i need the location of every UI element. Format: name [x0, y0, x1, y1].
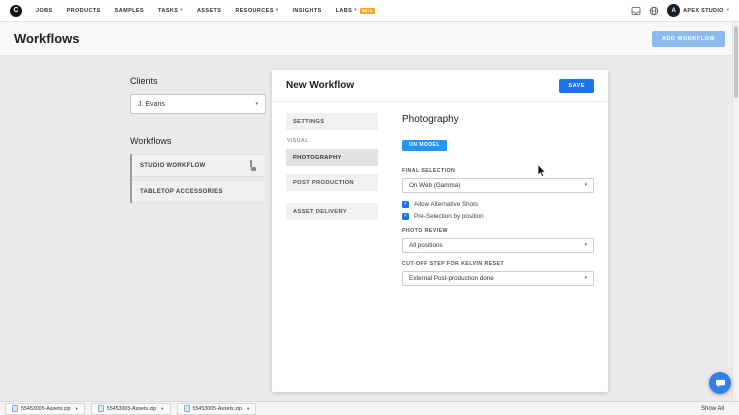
content-area: Clients J. Evans ▾ Workflows STUDIO WORK… — [0, 56, 732, 401]
left-sidebar: Clients J. Evans ▾ Workflows STUDIO WORK… — [130, 76, 266, 206]
nav-item-jobs[interactable]: JOBS — [36, 8, 53, 14]
nav-item-label: PRODUCTS — [66, 7, 101, 14]
nav-item-samples[interactable]: SAMPLES — [115, 8, 144, 14]
inbox-icon[interactable] — [631, 6, 641, 16]
cutoff-step-label: CUT-OFF STEP FOR KELVIN RESET — [402, 260, 505, 267]
nav-item-label: LABS — [335, 7, 353, 14]
workflow-item-label: STUDIO WORKFLOW — [140, 162, 206, 169]
tab-asset-delivery[interactable]: ASSET DELIVERY — [286, 203, 378, 220]
chevron-down-icon: ▾ — [584, 242, 587, 248]
panel-title: Photography — [402, 114, 459, 125]
checkbox-checked-icon: ✓ — [402, 200, 409, 208]
nav-item-label: SAMPLES — [114, 7, 145, 14]
page-title: Workflows — [14, 31, 80, 46]
nav-right-controls: A APEX STUDIO ▾ — [631, 4, 729, 17]
checkbox-label: Pre-Selection by position — [414, 212, 484, 220]
tab-photography[interactable]: PHOTOGRAPHY — [286, 149, 378, 166]
workflows-title: Workflows — [130, 136, 172, 146]
lock-icon — [250, 159, 257, 171]
nav-item-label: JOBS — [36, 7, 53, 14]
visual-group-label: VISUAL — [287, 138, 309, 144]
chevron-down-icon: ▾ — [275, 7, 279, 13]
nav-item-resources[interactable]: RESOURCES ▾ — [235, 8, 278, 14]
workflow-item-label: TABLETOP ACCESSORIES — [140, 188, 223, 195]
new-workflow-card: New Workflow SAVE SETTINGS VISUAL PHOTOG… — [272, 70, 608, 392]
nav-item-label: INSIGHTS — [292, 7, 322, 14]
workflow-list-item-tabletop-accessories[interactable]: TABLETOP ACCESSORIES — [132, 180, 266, 203]
beta-badge: BETA — [359, 7, 375, 14]
tab-settings[interactable]: SETTINGS — [286, 113, 378, 130]
chevron-down-icon: ▾ — [75, 405, 78, 411]
chevron-down-icon: ▾ — [255, 101, 258, 107]
download-item[interactable]: 55453005-Assets.zip ▾ — [176, 402, 257, 415]
photo-review-label: PHOTO REVIEW — [402, 227, 448, 234]
clients-title: Clients — [130, 76, 158, 86]
on-model-badge[interactable]: ON MODEL — [402, 139, 447, 151]
download-filename: 55453005-Assets.zip — [106, 405, 157, 412]
globe-icon[interactable] — [649, 6, 659, 16]
add-workflow-button[interactable]: ADD WORKFLOW — [651, 30, 725, 47]
zip-file-icon — [97, 405, 104, 412]
final-selection-label: FINAL SELECTION — [402, 167, 456, 174]
download-item[interactable]: 55453005-Assets.zip ▾ — [90, 402, 171, 415]
workflows-block: Workflows STUDIO WORKFLOW TABLETOP ACCES… — [130, 136, 266, 203]
workflow-list: STUDIO WORKFLOW TABLETOP ACCESSORIES — [130, 154, 266, 203]
nav-item-assets[interactable]: ASSETS — [197, 8, 221, 14]
chevron-down-icon: ▾ — [180, 7, 183, 13]
final-selection-value: On Web (Gamma) — [409, 181, 461, 189]
account-menu[interactable]: A APEX STUDIO ▾ — [667, 4, 729, 17]
cutoff-step-select[interactable]: External Post-production done ▾ — [402, 270, 594, 286]
nav-item-label: ASSETS — [196, 7, 222, 14]
card-title: New Workflow — [286, 80, 355, 91]
scrollbar[interactable] — [732, 22, 739, 401]
zip-file-icon — [183, 405, 190, 412]
chevron-down-icon: ▾ — [726, 7, 729, 13]
download-item[interactable]: 55453005-Assets.zip ▾ — [5, 402, 85, 415]
pre-selection-by-position-checkbox[interactable]: ✓ Pre-Selection by position — [402, 212, 594, 220]
photo-review-select[interactable]: All positions ▾ — [402, 237, 594, 253]
zip-file-icon — [12, 405, 18, 412]
card-header: New Workflow SAVE — [272, 70, 608, 102]
checkbox-label: Allow Alternative Shots — [414, 200, 479, 208]
top-nav: C JOBS PRODUCTS SAMPLES TASKS ▾ ASSETS RE… — [0, 0, 739, 22]
chevron-down-icon: ▾ — [161, 405, 164, 411]
download-filename: 55453005-Assets.zip — [21, 405, 71, 412]
photography-panel: Photography ON MODEL FINAL SELECTION On … — [378, 113, 594, 286]
card-body: SETTINGS VISUAL PHOTOGRAPHY POST PRODUCT… — [272, 102, 608, 297]
chevron-down-icon: ▾ — [354, 7, 357, 13]
save-button[interactable]: SAVE — [559, 78, 594, 93]
allow-alternative-shots-checkbox[interactable]: ✓ Allow Alternative Shots — [402, 200, 594, 208]
workflow-tabs: SETTINGS VISUAL PHOTOGRAPHY POST PRODUCT… — [286, 113, 378, 286]
scrollbar-thumb[interactable] — [734, 26, 738, 98]
checkbox-group: ✓ Allow Alternative Shots ✓ Pre-Selectio… — [402, 200, 594, 220]
client-select[interactable]: J. Evans ▾ — [130, 94, 266, 114]
tab-post-production[interactable]: POST PRODUCTION — [286, 174, 378, 191]
workflow-list-item-studio-workflow[interactable]: STUDIO WORKFLOW — [132, 154, 266, 177]
app-logo[interactable]: C — [10, 4, 22, 17]
client-select-value: J. Evans — [138, 100, 165, 108]
download-filename: 55453005-Assets.zip — [192, 405, 242, 412]
account-name: APEX STUDIO — [683, 7, 724, 14]
nav-item-tasks[interactable]: TASKS ▾ — [158, 8, 183, 14]
main-menu: JOBS PRODUCTS SAMPLES TASKS ▾ ASSETS RESO… — [36, 7, 375, 14]
checkbox-checked-icon: ✓ — [402, 212, 409, 220]
page-header: Workflows ADD WORKFLOW — [0, 22, 739, 56]
photo-review-value: All positions — [409, 241, 443, 249]
final-selection-select[interactable]: On Web (Gamma) ▾ — [402, 177, 594, 193]
nav-item-insights[interactable]: INSIGHTS — [292, 8, 321, 14]
chevron-down-icon: ▾ — [246, 405, 250, 411]
avatar: A — [667, 4, 681, 17]
nav-item-label: RESOURCES — [235, 7, 274, 14]
chevron-down-icon: ▾ — [584, 275, 587, 281]
chevron-down-icon: ▾ — [584, 182, 587, 188]
nav-item-products[interactable]: PRODUCTS — [67, 8, 101, 14]
nav-item-labs[interactable]: LABS ▾ BETA — [335, 7, 375, 14]
downloads-bar: 55453005-Assets.zip ▾ 55453005-Assets.zi… — [0, 401, 739, 415]
nav-item-label: TASKS — [158, 7, 179, 14]
chat-bubble-icon — [715, 378, 726, 389]
show-all-downloads-link[interactable]: Show All — [701, 406, 734, 412]
cutoff-step-value: External Post-production done — [409, 274, 494, 282]
chat-button[interactable] — [709, 372, 731, 394]
